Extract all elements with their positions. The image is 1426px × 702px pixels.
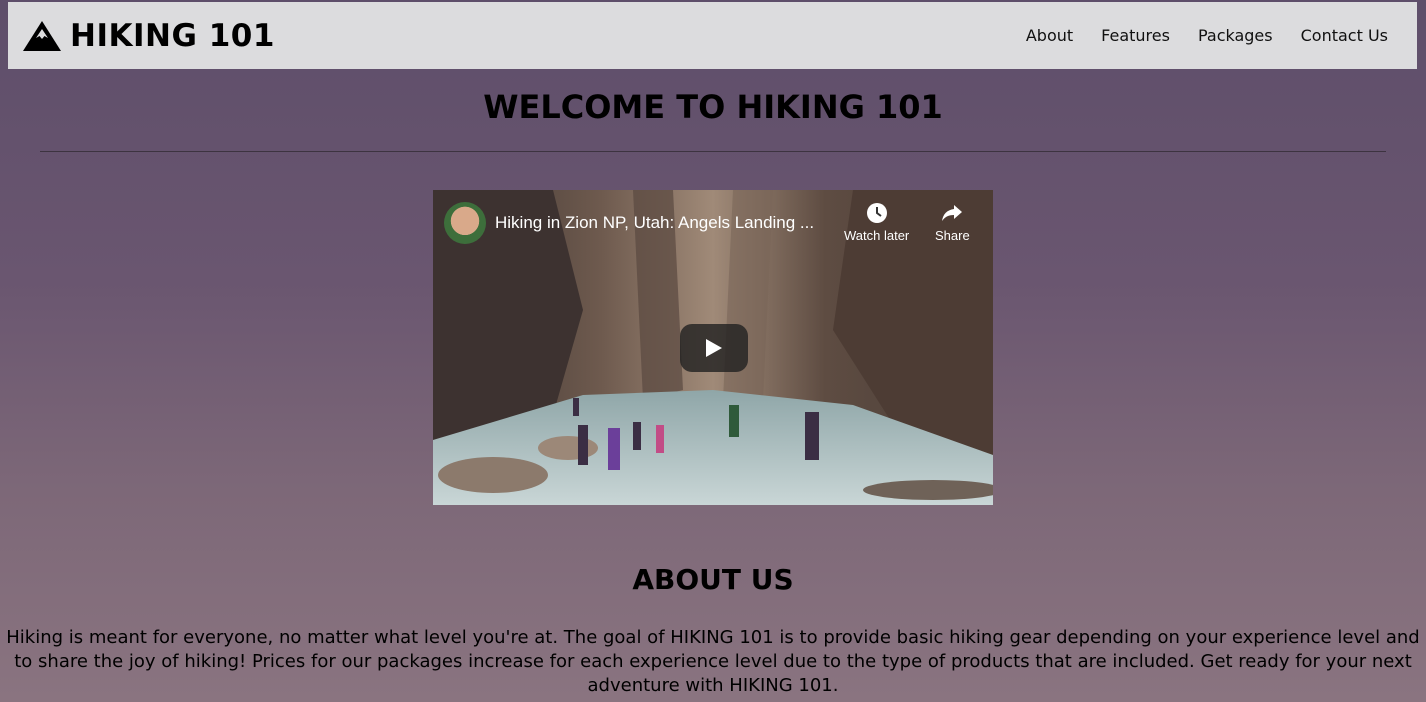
mountain-icon [22, 20, 62, 52]
share-button[interactable]: Share [935, 202, 970, 243]
brand-title: HIKING 101 [70, 17, 275, 54]
video-embed[interactable]: Hiking in Zion NP, Utah: Angels Landing … [433, 190, 993, 505]
watch-later-button[interactable]: Watch later [844, 202, 909, 243]
navbar: HIKING 101 About Features Packages Conta… [8, 2, 1417, 69]
channel-avatar[interactable] [444, 202, 486, 244]
nav-link-about[interactable]: About [1026, 26, 1073, 45]
clock-icon [844, 202, 909, 224]
welcome-heading: WELCOME TO HIKING 101 [483, 88, 943, 126]
about-heading: ABOUT US [632, 563, 794, 596]
video-title[interactable]: Hiking in Zion NP, Utah: Angels Landing … [495, 213, 814, 233]
nav-link-contact-us[interactable]: Contact Us [1301, 26, 1388, 45]
divider [40, 151, 1386, 152]
play-button[interactable] [680, 324, 748, 372]
share-arrow-icon [935, 202, 970, 224]
about-text: Hiking is meant for everyone, no matter … [6, 627, 1420, 696]
share-label: Share [935, 228, 970, 243]
brand[interactable]: HIKING 101 [22, 18, 275, 54]
watch-later-label: Watch later [844, 228, 910, 243]
nav-link-features[interactable]: Features [1101, 26, 1170, 45]
nav-links: About Features Packages Contact Us [1026, 26, 1388, 45]
nav-link-packages[interactable]: Packages [1198, 26, 1273, 45]
